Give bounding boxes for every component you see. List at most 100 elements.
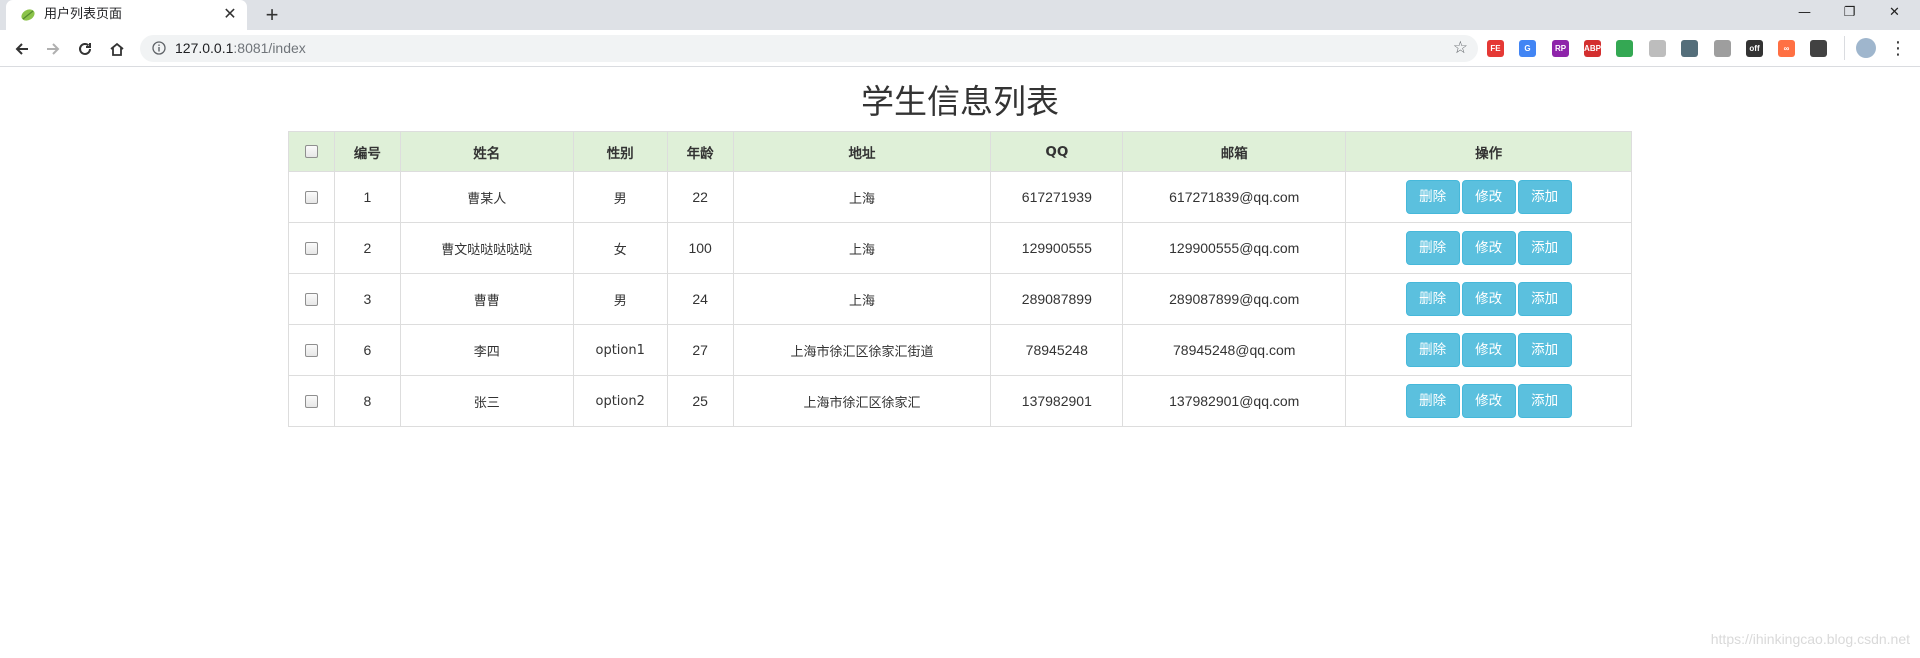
- delete-button[interactable]: 删除: [1405, 180, 1460, 214]
- edit-button[interactable]: 修改: [1461, 180, 1516, 214]
- header-age: 年龄: [666, 131, 734, 172]
- row-checkbox[interactable]: [304, 241, 318, 255]
- dash-ext-icon[interactable]: [1681, 40, 1698, 57]
- edit-button[interactable]: 修改: [1461, 282, 1516, 316]
- cell-id: 3: [333, 273, 401, 325]
- fe-label: FE: [1490, 44, 1501, 53]
- header-email: 邮箱: [1122, 131, 1347, 172]
- row-checkbox[interactable]: [304, 394, 318, 408]
- infinity-icon[interactable]: ∞: [1778, 40, 1795, 57]
- delete-button[interactable]: 删除: [1405, 282, 1460, 316]
- add-button[interactable]: 添加: [1517, 231, 1572, 265]
- delete-button[interactable]: 删除: [1405, 384, 1460, 418]
- box-ext-icon[interactable]: [1714, 40, 1731, 57]
- cell-qq: 617271939: [990, 171, 1124, 223]
- delete-button[interactable]: 删除: [1405, 231, 1460, 265]
- spring-leaf-icon: [21, 9, 35, 21]
- cell-address: 上海市徐汇区徐家汇: [732, 375, 992, 427]
- header-qq: QQ: [990, 131, 1124, 172]
- cell-actions: 删除 修改 添加: [1345, 375, 1632, 427]
- cell-id: 8: [333, 375, 401, 427]
- cell-id: 2: [333, 222, 401, 274]
- row-select-cell: [288, 375, 335, 427]
- row-checkbox[interactable]: [304, 292, 318, 306]
- add-button[interactable]: 添加: [1517, 180, 1572, 214]
- cell-age: 24: [666, 273, 734, 325]
- info-icon[interactable]: [152, 41, 166, 55]
- toolbar-divider: [1844, 36, 1845, 60]
- table-row: 2 曹文哒哒哒哒哒女 100 上海 129900555 129900555@qq.com 删…: [288, 222, 1632, 274]
- cell-qq: 137982901: [990, 375, 1124, 427]
- window-close-button[interactable]: ✕: [1872, 0, 1917, 30]
- list-off-label: off: [1749, 44, 1760, 53]
- back-button[interactable]: [9, 36, 35, 62]
- row-select-cell: [288, 273, 335, 325]
- reload-button[interactable]: [72, 36, 98, 62]
- infinity-label: ∞: [1783, 44, 1790, 53]
- row-select-cell: [288, 324, 335, 376]
- table-row: 6 李四 option1 27 上海市徐汇区徐家汇街道 78945248 78945248@…: [288, 324, 1632, 376]
- tab-close-icon[interactable]: ✕: [221, 6, 239, 24]
- cell-name: 曹曹: [399, 273, 574, 325]
- url-text[interactable]: 127.0.0.1:8081/index: [175, 40, 306, 57]
- translate-label: G: [1524, 44, 1531, 53]
- new-tab-button[interactable]: +: [260, 3, 284, 27]
- reload-icon: [79, 42, 91, 55]
- rp-label: RP: [1554, 44, 1567, 53]
- edit-button[interactable]: 修改: [1461, 384, 1516, 418]
- cell-address: 上海: [732, 171, 992, 223]
- add-button[interactable]: 添加: [1517, 333, 1572, 367]
- list-off-icon[interactable]: off: [1746, 40, 1763, 57]
- edit-button[interactable]: 修改: [1461, 333, 1516, 367]
- row-checkbox[interactable]: [304, 343, 318, 357]
- cell-age: 100: [666, 222, 734, 274]
- browser-tab[interactable]: 用户列表页面 ✕: [6, 0, 247, 30]
- delete-button[interactable]: 删除: [1405, 333, 1460, 367]
- chrome-ext-icon[interactable]: [1616, 40, 1633, 57]
- forward-button[interactable]: [40, 36, 66, 62]
- cell-email: 617271839@qq.com: [1122, 171, 1347, 223]
- home-button[interactable]: [104, 36, 130, 62]
- browser-toolbar: 127.0.0.1:8081/index ☆ FE G RP ABP off ∞ ⋮: [0, 30, 1920, 67]
- cell-age: 22: [666, 171, 734, 223]
- cell-address: 上海: [732, 222, 992, 274]
- grey-ext-icon[interactable]: [1649, 40, 1666, 57]
- url-path: :8081/index: [233, 40, 306, 56]
- cell-id: 1: [333, 171, 401, 223]
- url-host: 127.0.0.1: [175, 40, 234, 56]
- arrow-left-icon: [15, 43, 28, 55]
- abp-icon[interactable]: ABP: [1584, 40, 1601, 57]
- fe-icon[interactable]: FE: [1487, 40, 1504, 57]
- add-button[interactable]: 添加: [1517, 282, 1572, 316]
- student-table: 编号 姓名 性别 年龄 地址 QQ 邮箱 操作 1 曹某人男 22 上海 6172719…: [288, 131, 1632, 427]
- sync-icon[interactable]: [1810, 40, 1827, 57]
- row-select-cell: [288, 171, 335, 223]
- cell-gender: 男: [572, 171, 668, 223]
- cell-gender: option1: [572, 324, 668, 376]
- address-bar[interactable]: 127.0.0.1:8081/index ☆: [140, 35, 1478, 62]
- cell-actions: 删除 修改 添加: [1345, 273, 1632, 325]
- cell-name: 张三: [399, 375, 574, 427]
- cell-age: 27: [666, 324, 734, 376]
- menu-icon[interactable]: ⋮: [1888, 36, 1908, 60]
- edit-button[interactable]: 修改: [1461, 231, 1516, 265]
- cell-email: 137982901@qq.com: [1122, 375, 1347, 427]
- cell-gender: 男: [572, 273, 668, 325]
- add-button[interactable]: 添加: [1517, 384, 1572, 418]
- select-all-checkbox[interactable]: [304, 145, 318, 158]
- watermark: https://ihinkingcao.blog.csdn.net: [1710, 631, 1910, 647]
- header-name: 姓名: [399, 131, 574, 172]
- bookmark-star-icon[interactable]: ☆: [1453, 39, 1468, 57]
- cell-name: 李四: [399, 324, 574, 376]
- profile-avatar[interactable]: [1856, 38, 1876, 58]
- restore-button[interactable]: ❐: [1827, 0, 1872, 30]
- minimize-button[interactable]: —: [1782, 0, 1827, 30]
- select-all-cell: [288, 131, 335, 172]
- translate-icon[interactable]: G: [1519, 40, 1536, 57]
- rp-icon[interactable]: RP: [1552, 40, 1569, 57]
- arrow-right-icon: [47, 43, 60, 55]
- tab-strip: 用户列表页面 ✕ + — ❐ ✕: [0, 0, 1920, 30]
- cell-age: 25: [666, 375, 734, 427]
- cell-address: 上海市徐汇区徐家汇街道: [732, 324, 992, 376]
- row-checkbox[interactable]: [304, 190, 318, 204]
